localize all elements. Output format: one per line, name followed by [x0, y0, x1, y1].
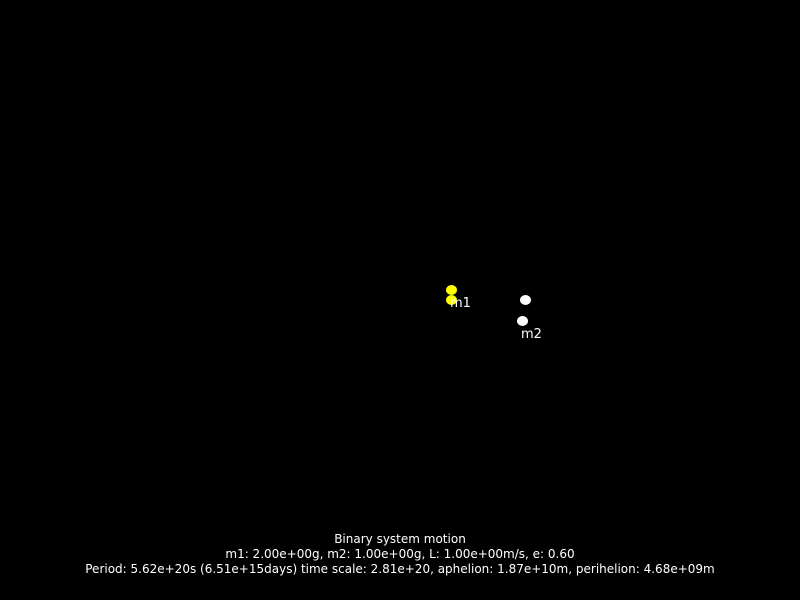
m2-trail-dot [520, 295, 531, 305]
m2-body [517, 316, 528, 326]
info-stats: Period: 5.62e+20s (6.51e+15days) time sc… [85, 562, 715, 576]
info-title: Binary system motion [334, 532, 466, 546]
m2-label: m2 [521, 327, 542, 342]
info-params: m1: 2.00e+00g, m2: 1.00e+00g, L: 1.00e+0… [225, 547, 575, 561]
m1-trail-dot [446, 285, 457, 295]
info-panel: Binary system motion m1: 2.00e+00g, m2: … [0, 532, 800, 577]
simulation-canvas: m1 m2 Binary system motion m1: 2.00e+00g… [0, 0, 800, 600]
m1-label: m1 [450, 296, 471, 311]
